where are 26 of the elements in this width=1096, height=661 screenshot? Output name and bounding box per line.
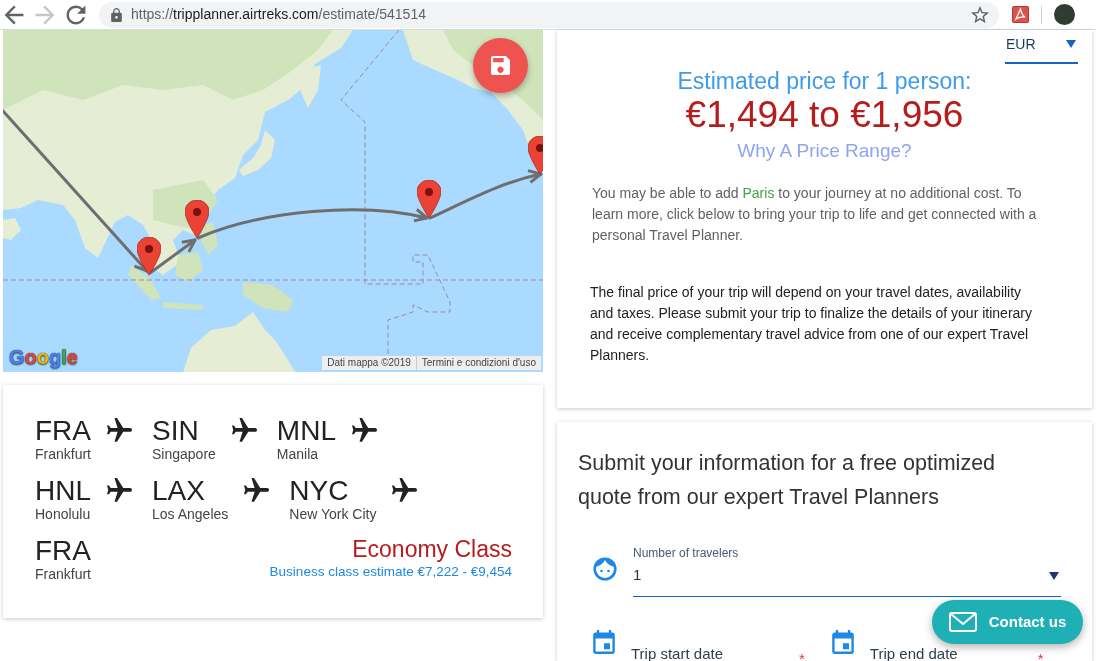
disclaimer-paragraph: The final price of your trip will depend on your travel dates, availability and taxes. Please submit your trip to finalize the details of your itinerary and receive complementary travel advice from one of our expert Travel Planners. xyxy=(590,283,1033,365)
price-range: €1,494 to €1,956 xyxy=(684,95,965,135)
city-name: Honolulu xyxy=(35,506,91,523)
airport-code: MNL xyxy=(276,415,336,446)
airport-code: FRA xyxy=(35,415,91,446)
city-name: Singapore xyxy=(152,446,216,463)
map-logo: Google xyxy=(9,346,78,368)
city-name: Frankfurt xyxy=(35,446,91,463)
info-paragraph: You may be able to add Paris to your journey at no additional cost. To learn more, click below to bring your trip to life and get connected with a personal Travel Planner. xyxy=(592,184,1038,245)
airport-code: NYC xyxy=(289,475,350,506)
business-estimate: Business class estimate €7,222 - €9,454 xyxy=(269,563,512,581)
price-heading: Estimated price for 1 person: xyxy=(676,67,973,95)
city-name: Manila xyxy=(276,446,320,463)
airport-code: SIN xyxy=(152,415,200,446)
city-name: Frankfurt xyxy=(35,566,91,583)
city-name: New York City xyxy=(289,506,377,523)
map-data-credit: Dati mappa ©2019 xyxy=(326,356,412,370)
airport-code: LAX xyxy=(152,475,206,506)
airport-code: FRA xyxy=(35,535,91,566)
required-mark: * xyxy=(799,650,805,661)
field-label: Number of travelers xyxy=(633,545,740,561)
city-name: Los Angeles xyxy=(152,506,229,523)
cabin-class: Economy Class xyxy=(351,535,512,563)
airport-code: HNL xyxy=(35,475,91,506)
form-title: Submit your information for a free optimized quote from our expert Travel Planners xyxy=(578,450,997,511)
required-mark: * xyxy=(1037,650,1044,661)
